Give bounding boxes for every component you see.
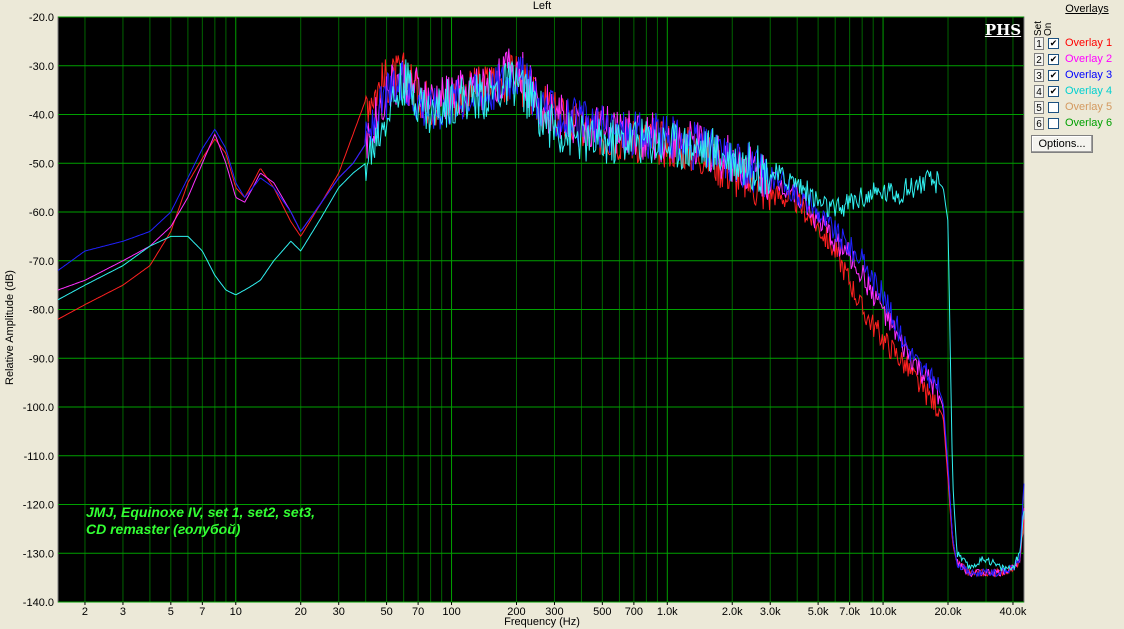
overlay-row-5[interactable]: 5 Overlay 5 xyxy=(1032,101,1124,115)
x-tick-label: 40.0k xyxy=(1000,606,1027,618)
overlay-checkbox[interactable] xyxy=(1048,102,1059,113)
overlay-label: Overlay 6 xyxy=(1065,117,1113,129)
overlay-row-2[interactable]: 2 ✔ Overlay 2 xyxy=(1032,53,1124,67)
overlay-set-button[interactable]: 2 xyxy=(1034,53,1044,66)
x-tick-label: 50 xyxy=(380,606,392,618)
x-tick-label: 700 xyxy=(625,606,643,618)
x-tick-label: 7 xyxy=(199,606,205,618)
overlay-label: Overlay 1 xyxy=(1065,37,1113,49)
y-tick-label: -80.0 xyxy=(29,305,54,317)
overlay-checkbox[interactable]: ✔ xyxy=(1048,70,1059,81)
overlay-row-4[interactable]: 4 ✔ Overlay 4 xyxy=(1032,85,1124,99)
y-tick-label: -50.0 xyxy=(29,158,54,170)
options-button[interactable]: Options... xyxy=(1031,135,1093,153)
overlay-row-1[interactable]: 1 ✔ Overlay 1 xyxy=(1032,37,1124,51)
y-tick-label: -40.0 xyxy=(29,110,54,122)
overlay-set-button[interactable]: 4 xyxy=(1034,85,1044,98)
x-tick-label: 5.0k xyxy=(808,606,829,618)
x-tick-label: 10.0k xyxy=(870,606,897,618)
overlay-checkbox[interactable]: ✔ xyxy=(1048,86,1059,97)
overlay-checkbox[interactable] xyxy=(1048,118,1059,129)
overlay-label: Overlay 2 xyxy=(1065,53,1113,65)
y-tick-label: -110.0 xyxy=(24,451,54,463)
overlay-row-6[interactable]: 6 Overlay 6 xyxy=(1032,117,1124,131)
y-tick-label: -70.0 xyxy=(29,256,54,268)
x-tick-label: 20.0k xyxy=(935,606,962,618)
overlays-panel: Overlays Set On 1 ✔ Overlay 1 2 ✔ Overlay 2 3 ✔… xyxy=(1028,0,1124,629)
x-tick-label: 7.0k xyxy=(839,606,860,618)
phs-logo: PHS xyxy=(984,21,1022,39)
x-tick-label: 100 xyxy=(442,606,460,618)
on-column-header: On xyxy=(1043,22,1054,36)
y-axis-label: Relative Amplitude (dB) xyxy=(4,270,16,385)
x-tick-label: 2 xyxy=(82,606,88,618)
x-tick-label: 20 xyxy=(295,606,307,618)
x-tick-label: 10 xyxy=(230,606,242,618)
x-tick-label: 70 xyxy=(412,606,424,618)
overlays-title[interactable]: Overlays xyxy=(1054,3,1120,15)
overlay-label: Overlay 4 xyxy=(1065,85,1113,97)
overlay-set-button[interactable]: 6 xyxy=(1034,117,1044,130)
y-tick-label: -60.0 xyxy=(29,207,54,219)
overlay-label: Overlay 5 xyxy=(1065,101,1113,113)
overlay-checkbox[interactable]: ✔ xyxy=(1048,54,1059,65)
x-axis-label: Frequency (Hz) xyxy=(504,616,580,628)
y-tick-label: -120.0 xyxy=(23,500,54,512)
y-tick-label: -100.0 xyxy=(23,402,54,414)
overlay-checkbox[interactable]: ✔ xyxy=(1048,38,1059,49)
y-tick-label: -130.0 xyxy=(23,548,54,560)
x-tick-label: 5 xyxy=(168,606,174,618)
y-tick-labels: -20.0 -30.0 -40.0 -50.0 -60.0 -70.0 -80.0 -90.0… xyxy=(23,12,54,609)
overlay-set-button[interactable]: 5 xyxy=(1034,101,1044,114)
y-tick-label: -140.0 xyxy=(23,597,54,609)
x-tick-label: 1.0k xyxy=(657,606,678,618)
x-tick-label: 30 xyxy=(333,606,345,618)
x-tick-label: 3.0k xyxy=(760,606,781,618)
chart-annotation: JMJ, Equinoxe IV, set 1, set2, set3, CD … xyxy=(86,504,316,537)
y-tick-label: -20.0 xyxy=(29,12,54,24)
overlay-set-button[interactable]: 3 xyxy=(1034,69,1044,82)
overlay-set-button[interactable]: 1 xyxy=(1034,37,1044,50)
x-tick-label: 2.0k xyxy=(722,606,743,618)
overlay-row-3[interactable]: 3 ✔ Overlay 3 xyxy=(1032,69,1124,83)
x-tick-label: 3 xyxy=(120,606,126,618)
overlay-label: Overlay 3 xyxy=(1065,69,1113,81)
y-tick-label: -90.0 xyxy=(29,353,54,365)
y-tick-label: -30.0 xyxy=(29,61,54,73)
